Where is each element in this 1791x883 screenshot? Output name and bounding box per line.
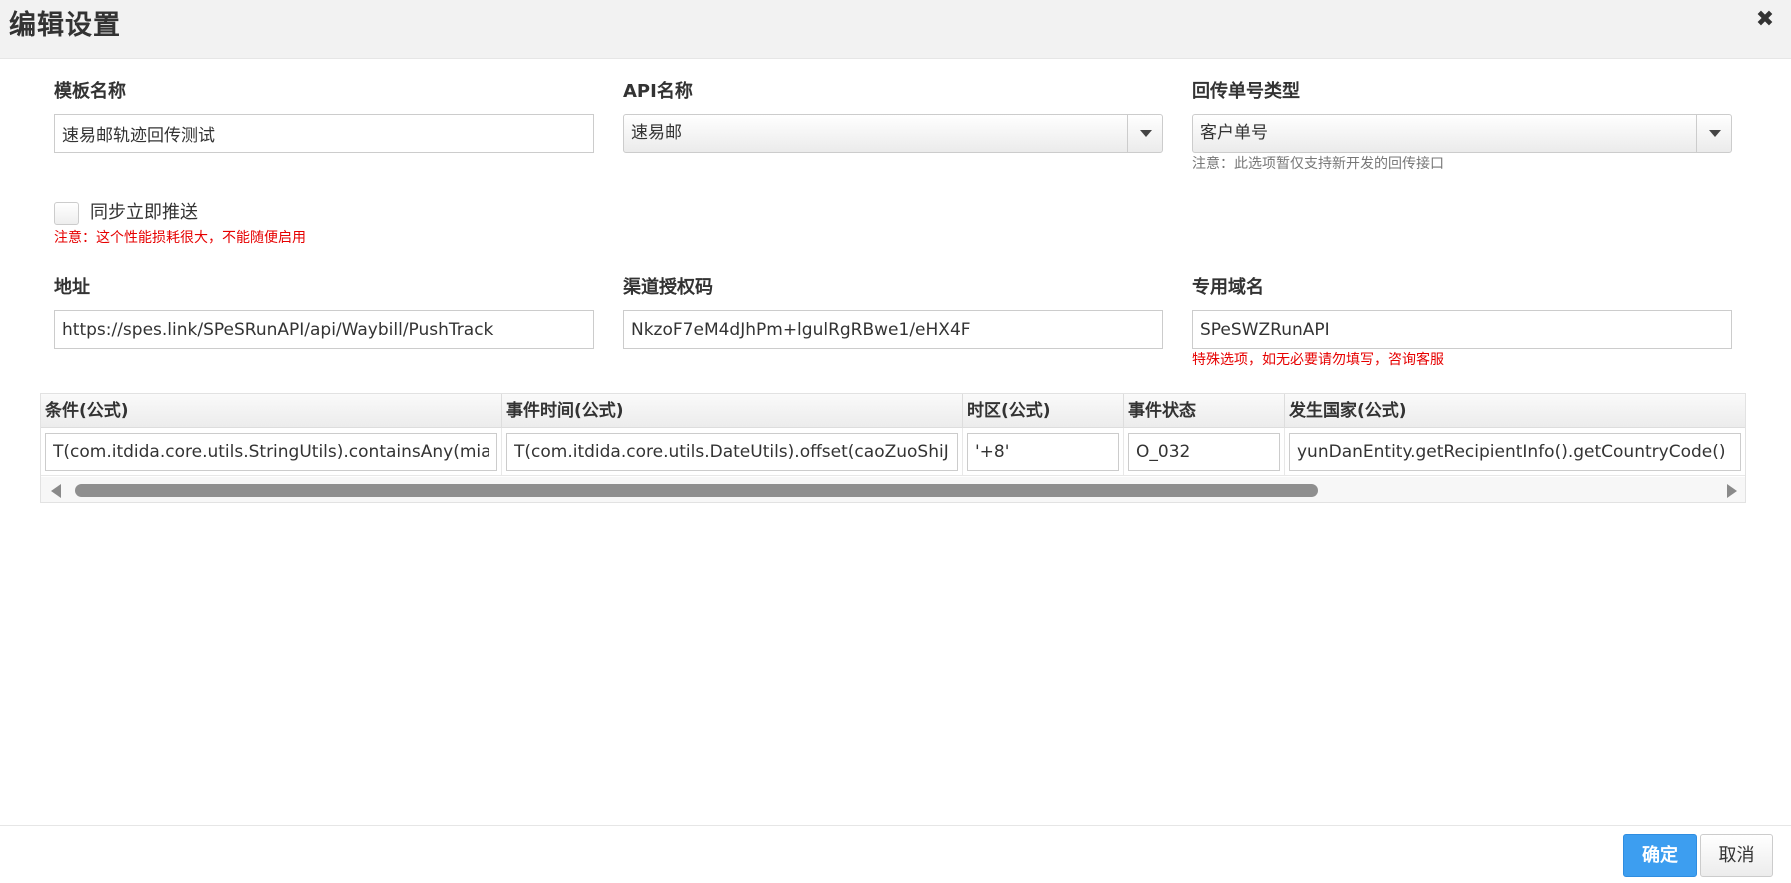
sync-push-label[interactable]: 同步立即推送 [90, 201, 198, 225]
cell-event-status [1124, 428, 1285, 476]
condition-formula-input[interactable] [45, 433, 497, 471]
api-name-label: API名称 [623, 81, 693, 102]
cancel-button[interactable]: 取消 [1700, 834, 1773, 877]
horizontal-scrollbar[interactable] [41, 477, 1745, 502]
return-number-type-selected-value: 客户单号 [1200, 123, 1268, 143]
event-status-input[interactable] [1128, 433, 1280, 471]
cell-timezone [963, 428, 1124, 476]
sync-push-warning: 注意：这个性能损耗很大，不能随便启用 [54, 230, 306, 246]
return-number-type-select[interactable]: 客户单号 [1192, 114, 1732, 153]
template-name-label: 模板名称 [54, 81, 126, 102]
event-mapping-grid: 条件(公式) 事件时间(公式) 时区(公式) 事件状态 发生国家(公式) [40, 393, 1746, 503]
cell-country [1285, 428, 1745, 476]
channel-auth-code-input[interactable] [623, 310, 1163, 349]
template-name-input[interactable] [54, 114, 594, 153]
dialog-header: 编辑设置 ✖ [0, 0, 1791, 59]
column-header-country[interactable]: 发生国家(公式) [1285, 394, 1745, 428]
column-header-event-time[interactable]: 事件时间(公式) [502, 394, 963, 428]
address-input[interactable] [54, 310, 594, 349]
sync-push-checkbox[interactable] [54, 202, 79, 225]
return-number-type-label: 回传单号类型 [1192, 81, 1300, 102]
column-header-event-status[interactable]: 事件状态 [1124, 394, 1285, 428]
edit-settings-dialog: 编辑设置 ✖ 模板名称 API名称 速易邮 回传单号类型 客户单号 注意：此选项… [0, 0, 1791, 883]
chevron-down-icon[interactable] [1127, 115, 1162, 152]
country-formula-input[interactable] [1289, 433, 1741, 471]
dedicated-domain-warning: 特殊选项，如无必要请勿填写，咨询客服 [1192, 352, 1444, 368]
event-time-formula-input[interactable] [506, 433, 958, 471]
cell-condition [41, 428, 502, 476]
dialog-title: 编辑设置 [9, 10, 121, 41]
arrow-left-icon[interactable] [51, 484, 61, 498]
confirm-button[interactable]: 确定 [1623, 834, 1697, 877]
grid-header: 条件(公式) 事件时间(公式) 时区(公式) 事件状态 发生国家(公式) [41, 394, 1745, 428]
dialog-footer: 确定 取消 [0, 825, 1791, 883]
chevron-down-icon[interactable] [1696, 115, 1731, 152]
timezone-formula-input[interactable] [967, 433, 1119, 471]
api-name-selected-value: 速易邮 [631, 123, 682, 143]
address-label: 地址 [54, 277, 90, 298]
dedicated-domain-label: 专用域名 [1192, 277, 1264, 298]
return-number-type-note: 注意：此选项暂仅支持新开发的回传接口 [1192, 156, 1444, 172]
close-icon[interactable]: ✖ [1753, 8, 1777, 32]
channel-auth-code-label: 渠道授权码 [623, 277, 713, 298]
cell-event-time [502, 428, 963, 476]
table-row [41, 428, 1745, 476]
api-name-select[interactable]: 速易邮 [623, 114, 1163, 153]
column-header-timezone[interactable]: 时区(公式) [963, 394, 1124, 428]
scrollbar-thumb[interactable] [75, 484, 1318, 497]
column-header-condition[interactable]: 条件(公式) [41, 394, 502, 428]
arrow-right-icon[interactable] [1727, 484, 1737, 498]
dedicated-domain-input[interactable] [1192, 310, 1732, 349]
